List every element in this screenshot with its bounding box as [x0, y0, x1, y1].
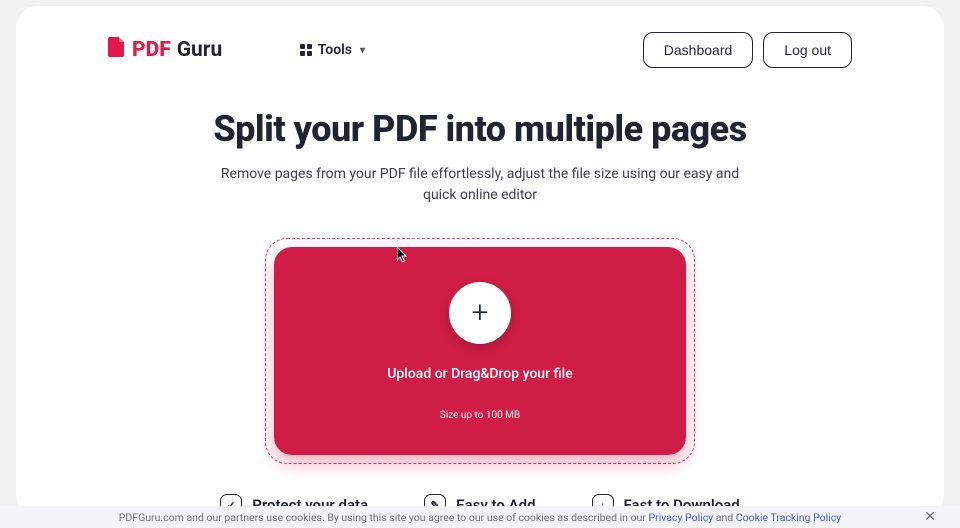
file-icon — [108, 37, 126, 63]
page-subtitle: Remove pages from your PDF file effortle… — [220, 164, 740, 206]
plus-icon: + — [449, 282, 511, 344]
page-title: Split your PDF into multiple pages — [16, 108, 944, 150]
cookie-banner: PDFGuru.com and our partners use cookies… — [0, 506, 960, 528]
tools-menu[interactable]: Tools ▾ — [300, 42, 365, 58]
logo-text-guru: Guru — [177, 38, 223, 62]
upload-label: Upload or Drag&Drop your file — [387, 366, 573, 382]
grid-icon — [300, 44, 312, 56]
hero: Split your PDF into multiple pages Remov… — [16, 108, 944, 206]
logo[interactable]: PDF Guru — [108, 37, 222, 63]
upload-size-hint: Size up to 100 MB — [440, 410, 520, 421]
logout-button[interactable]: Log out — [763, 32, 852, 68]
dashboard-button[interactable]: Dashboard — [643, 32, 754, 68]
upload-dropzone-outline: + Upload or Drag&Drop your file Size up … — [265, 238, 695, 464]
close-icon[interactable]: ✕ — [924, 509, 936, 525]
logo-text-pdf: PDF — [132, 38, 171, 62]
tools-label: Tools — [318, 42, 352, 58]
chevron-down-icon: ▾ — [360, 45, 365, 56]
upload-dropzone[interactable]: + Upload or Drag&Drop your file Size up … — [274, 247, 686, 455]
header: PDF Guru Tools ▾ Dashboard Log out — [16, 6, 944, 68]
